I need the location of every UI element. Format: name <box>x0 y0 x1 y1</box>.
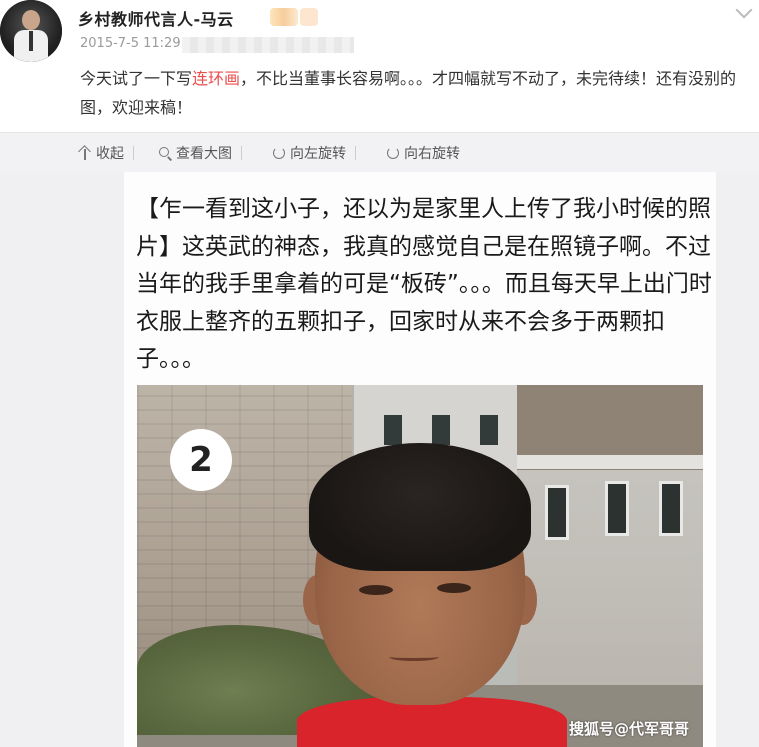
username[interactable]: 乡村教师代言人-马云 <box>78 6 234 30</box>
rotate-right-icon <box>386 146 400 160</box>
window <box>432 415 450 445</box>
post-timestamp[interactable]: 2015-7-5 11:29 <box>80 36 181 51</box>
collapse-label: 收起 <box>96 146 124 162</box>
kid-mouth <box>389 653 439 661</box>
image-toolbar: 收起 查看大图 向左旋转 向右旋转 <box>0 132 759 172</box>
balcony <box>517 455 703 469</box>
comic-photo[interactable]: 2 搜狐号@代军哥哥 <box>137 385 703 747</box>
window <box>545 485 569 540</box>
vip-badge-icon <box>270 8 298 26</box>
blurred-source <box>182 37 354 53</box>
topic-link[interactable]: 连环画 <box>192 69 240 88</box>
collapse-button[interactable]: 收起 <box>78 143 134 163</box>
divider <box>133 146 134 160</box>
rotate-left-button[interactable]: 向左旋转 <box>272 143 356 163</box>
avatar-head <box>22 10 40 30</box>
kid-hair <box>309 443 531 571</box>
rotate-right-label: 向右旋转 <box>404 146 460 162</box>
view-large-label: 查看大图 <box>176 146 232 162</box>
kid-eye-right <box>437 583 471 593</box>
post-text: 今天试了一下写连环画，不比当董事长容易啊。。。才四幅就写不动了，未完待续！还有没… <box>80 64 752 122</box>
collapse-icon <box>78 146 92 160</box>
rotate-left-label: 向左旋转 <box>290 146 346 162</box>
chevron-down-icon[interactable] <box>735 1 753 19</box>
watermark: 搜狐号@代军哥哥 <box>568 720 689 738</box>
panel-number-badge: 2 <box>170 429 232 491</box>
rotate-left-icon <box>272 146 286 160</box>
post-header: 乡村教师代言人-马云 2015-7-5 11:29 今天试了一下写连环画，不比当… <box>0 0 759 130</box>
search-icon <box>158 146 172 160</box>
divider <box>241 146 242 160</box>
window <box>480 415 498 445</box>
comic-caption: 【乍一看到这小子，还以为是家里人上传了我小时候的照片】这英武的神态，我真的感觉自… <box>136 196 712 372</box>
avatar-tie <box>29 31 33 51</box>
kid-eye-left <box>359 585 393 595</box>
window <box>384 415 402 445</box>
window <box>659 481 683 536</box>
avatar[interactable] <box>0 0 62 62</box>
level-badge-icon <box>300 8 318 26</box>
divider <box>355 146 356 160</box>
rotate-right-button[interactable]: 向右旋转 <box>386 143 460 163</box>
view-large-button[interactable]: 查看大图 <box>158 143 242 163</box>
post-text-before: 今天试了一下写 <box>80 69 193 88</box>
window <box>605 481 629 536</box>
